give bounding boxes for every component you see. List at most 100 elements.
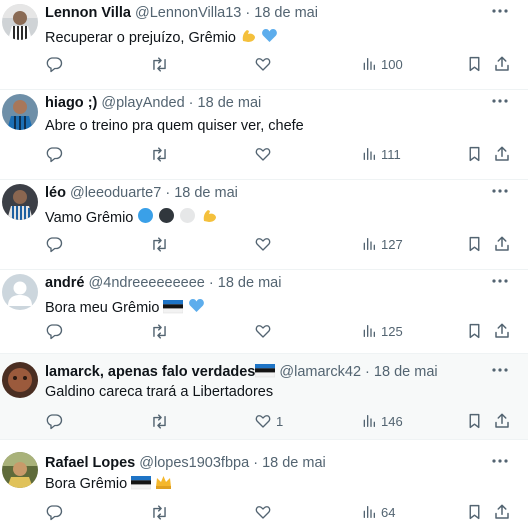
retweet-button[interactable]	[150, 234, 169, 254]
user-handle[interactable]: @lopes1903fbpa	[139, 455, 249, 471]
retweet-icon	[153, 323, 166, 339]
reply-icon	[46, 505, 63, 521]
tweet-item[interactable]: andré @4ndreeeeeeeee · 18 de mai Bora me…	[0, 270, 528, 354]
reply-icon	[46, 237, 63, 253]
reply-button[interactable]	[45, 144, 63, 164]
share-button[interactable]	[493, 54, 511, 74]
views-button[interactable]: 125	[361, 321, 403, 341]
blue-circle-emoji	[138, 208, 154, 223]
like-button[interactable]: 1	[254, 411, 283, 431]
tweet-item[interactable]: léo @leeoduarte7 · 18 de mai Vamo Grêmio…	[0, 180, 528, 270]
reply-button[interactable]	[45, 321, 63, 341]
tweet-date[interactable]: 18 de mai	[262, 455, 326, 471]
share-icon	[495, 323, 509, 338]
retweet-button[interactable]	[150, 502, 169, 522]
avatar[interactable]	[2, 362, 38, 398]
retweet-button[interactable]	[150, 321, 169, 341]
like-button[interactable]	[254, 234, 276, 254]
views-button[interactable]: 64	[361, 502, 395, 522]
avatar[interactable]	[2, 274, 38, 310]
share-icon	[495, 413, 509, 428]
tweet-item[interactable]: lamarck, apenas falo verdades @lamarck42…	[0, 354, 528, 440]
views-icon	[363, 415, 375, 427]
like-button[interactable]	[254, 321, 276, 341]
reply-icon	[46, 324, 63, 340]
share-button[interactable]	[493, 411, 511, 431]
share-icon	[495, 504, 509, 519]
tweet-actions: 127	[0, 234, 528, 254]
bookmark-button[interactable]	[466, 411, 483, 431]
reply-button[interactable]	[45, 502, 63, 522]
display-name[interactable]: Rafael Lopes	[45, 455, 135, 471]
user-handle[interactable]: @4ndreeeeeeeee	[89, 275, 205, 291]
share-button[interactable]	[493, 234, 511, 254]
avatar[interactable]	[2, 452, 38, 488]
display-name[interactable]: lamarck, apenas falo verdades	[45, 364, 255, 380]
tweet-header: léo @leeoduarte7 · 18 de mai	[45, 184, 238, 202]
like-button[interactable]	[254, 502, 276, 522]
more-options-icon[interactable]	[490, 93, 510, 109]
flexed-biceps-emoji	[242, 30, 256, 42]
views-button[interactable]: 127	[361, 234, 403, 254]
views-button[interactable]: 146	[361, 411, 403, 431]
bookmark-button[interactable]	[466, 144, 483, 164]
like-button[interactable]	[254, 54, 276, 74]
share-icon	[495, 146, 509, 161]
views-icon	[363, 325, 375, 337]
display-name[interactable]: andré	[45, 275, 85, 291]
share-button[interactable]	[493, 321, 511, 341]
tweet-text: Abre o treino pra quem quiser ver, chefe	[45, 117, 304, 135]
crown-emoji	[156, 476, 172, 489]
display-name[interactable]: Lennon Villa	[45, 5, 131, 21]
tweet-item[interactable]: Rafael Lopes @lopes1903fbpa · 18 de mai …	[0, 440, 528, 522]
bookmark-button[interactable]	[466, 502, 483, 522]
views-button[interactable]: 100	[361, 54, 403, 74]
tweet-date[interactable]: 18 de mai	[218, 275, 282, 291]
retweet-button[interactable]	[150, 54, 169, 74]
views-button[interactable]: 111	[361, 144, 401, 164]
display-name[interactable]: léo	[45, 185, 66, 201]
tweet-item[interactable]: Lennon Villa @LennonVilla13 · 18 de mai …	[0, 0, 528, 90]
avatar[interactable]	[2, 4, 38, 40]
like-button[interactable]	[254, 144, 276, 164]
bookmark-icon	[469, 236, 480, 252]
tweet-date[interactable]: 18 de mai	[174, 185, 238, 201]
tweet-header: hiago ;) @playAnded · 18 de mai	[45, 94, 261, 112]
tweet-text: Vamo Grêmio	[45, 207, 218, 227]
tweet-text-content: Vamo Grêmio	[45, 210, 134, 226]
user-handle[interactable]: @playAnded	[101, 95, 184, 111]
tweet-actions: 125	[0, 321, 528, 341]
tweet-item[interactable]: hiago ;) @playAnded · 18 de mai Abre o t…	[0, 90, 528, 180]
white-circle-emoji	[180, 208, 196, 223]
user-handle[interactable]: @lamarck42	[279, 364, 361, 380]
display-name[interactable]: hiago ;)	[45, 95, 97, 111]
avatar[interactable]	[2, 94, 38, 130]
view-count: 64	[381, 504, 396, 520]
bookmark-button[interactable]	[466, 321, 483, 341]
more-options-icon[interactable]	[490, 453, 510, 469]
view-count: 100	[381, 56, 403, 72]
retweet-button[interactable]	[150, 144, 169, 164]
retweet-button[interactable]	[150, 411, 169, 431]
bookmark-button[interactable]	[466, 234, 483, 254]
share-button[interactable]	[493, 144, 511, 164]
reply-icon	[46, 414, 63, 430]
separator-dot: ·	[208, 275, 214, 291]
user-handle[interactable]: @leeoduarte7	[70, 185, 161, 201]
bookmark-button[interactable]	[466, 54, 483, 74]
tweet-actions: 111	[0, 144, 528, 164]
tweet-date[interactable]: 18 de mai	[198, 95, 262, 111]
user-handle[interactable]: @LennonVilla13	[135, 5, 241, 21]
reply-button[interactable]	[45, 234, 63, 254]
more-options-icon[interactable]	[490, 3, 510, 19]
more-options-icon[interactable]	[490, 273, 510, 289]
more-options-icon[interactable]	[490, 362, 510, 378]
more-options-icon[interactable]	[490, 183, 510, 199]
tweet-date[interactable]: 18 de mai	[374, 364, 438, 380]
estonia-flag-emoji	[255, 364, 276, 378]
reply-button[interactable]	[45, 411, 63, 431]
share-button[interactable]	[493, 502, 511, 522]
avatar[interactable]	[2, 184, 38, 220]
reply-button[interactable]	[45, 54, 63, 74]
tweet-date[interactable]: 18 de mai	[254, 5, 318, 21]
